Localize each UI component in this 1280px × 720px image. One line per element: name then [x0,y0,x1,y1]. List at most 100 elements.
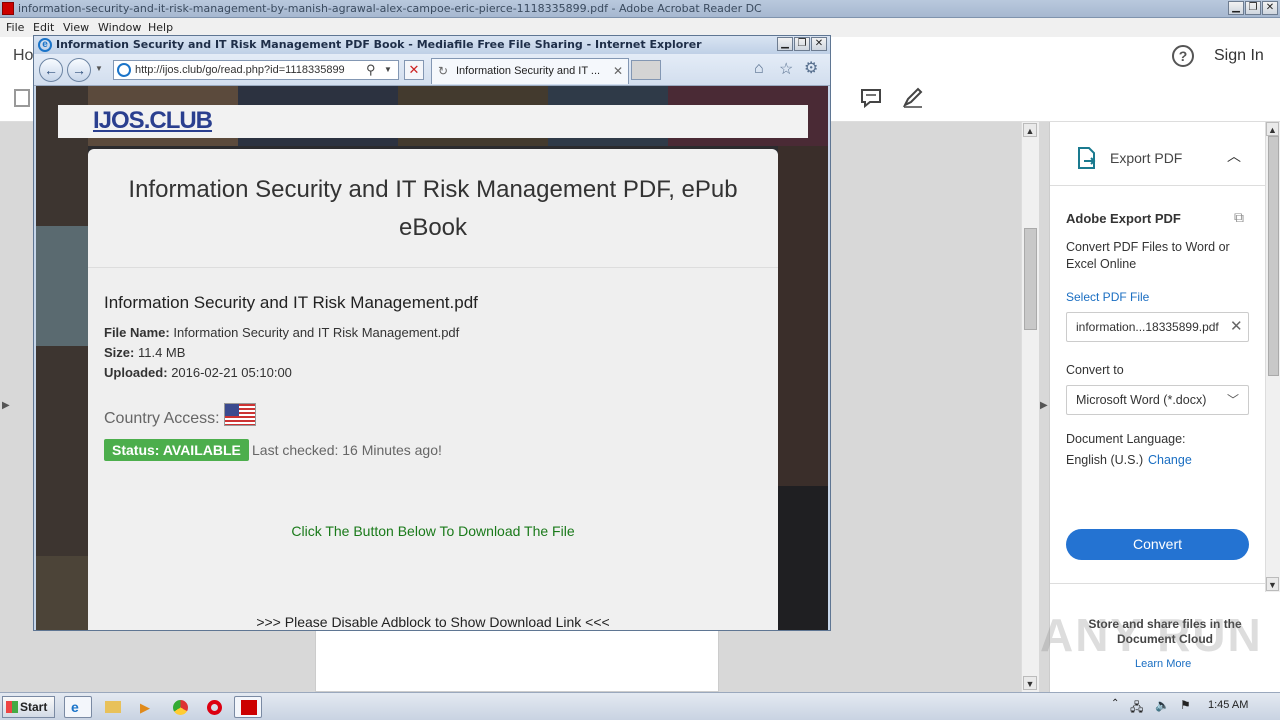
menu-view[interactable]: View [63,21,89,34]
document-scrollbar[interactable]: ▲ ▼ [1021,122,1039,692]
menu-window[interactable]: Window [98,21,141,34]
right-panel-toggle[interactable]: ▶ [1040,400,1048,411]
convert-to-select[interactable]: Microsoft Word (*.docx) ﹀ [1066,385,1249,415]
menu-help[interactable]: Help [148,21,173,34]
taskbar-ie-icon[interactable]: e [64,696,92,718]
convert-to-value: Microsoft Word (*.docx) [1076,393,1207,407]
site-logo[interactable]: IJOS.CLUB [93,107,213,135]
windows-logo-icon [6,701,18,713]
close-button[interactable]: ✕ [1262,1,1278,15]
new-tab-button[interactable] [631,60,661,80]
scroll-thumb[interactable] [1024,228,1037,330]
minimize-button[interactable]: ▁ [1228,1,1244,15]
stop-button[interactable]: ✕ [404,60,424,80]
ie-maximize-button[interactable]: ❐ [794,37,810,51]
maximize-button[interactable]: ❐ [1245,1,1261,15]
ie-minimize-button[interactable]: ▁ [777,37,793,51]
pdf-page [315,630,719,692]
taskbar-explorer-icon[interactable] [98,696,126,718]
convert-button[interactable]: Convert [1066,529,1249,560]
address-bar[interactable]: http://ijos.club/go/read.php?id=11183358… [113,60,399,80]
taskbar-opera-icon[interactable] [200,696,228,718]
panel-scrollbar[interactable]: ▲ ▼ [1265,122,1280,592]
scroll-down-arrow[interactable]: ▼ [1023,676,1037,690]
selected-file-name: information...18335899.pdf [1076,320,1219,334]
save-icon[interactable] [14,89,30,107]
tray-expand-icon[interactable]: ⌃ [1111,698,1119,709]
acrobat-window-title: information-security-and-it-risk-managem… [18,2,762,15]
site-header: IJOS.CLUB [58,105,808,138]
scroll-up-arrow[interactable]: ▲ [1023,123,1037,137]
anyrun-watermark: ANY RUN [1040,609,1263,661]
start-label: Start [20,700,48,714]
back-arrow-icon[interactable]: ← [39,58,63,82]
panel-divider-bottom [1050,583,1266,584]
book-cover-image [778,486,828,630]
panel-scroll-thumb[interactable] [1268,136,1279,376]
address-url[interactable]: http://ijos.club/go/read.php?id=11183358… [135,64,345,76]
browser-tab[interactable]: ↻ Information Security and IT ... ✕ [431,58,629,84]
status-badge: Status: AVAILABLE [104,439,249,461]
book-cover-image [36,226,88,346]
selected-file-field[interactable]: information...18335899.pdf ✕ [1066,312,1249,342]
file-name-label: File Name: [104,325,170,340]
home-tab[interactable]: Ho [13,47,33,65]
panel-divider [1050,185,1266,186]
taskbar: Start e ▶ ⌃ 🖧 🔈 ⚑ 1:45 AM [0,692,1280,720]
sign-in-link[interactable]: Sign In [1214,47,1264,65]
loading-icon: ↻ [438,64,449,78]
adblock-message: >>> Please Disable Adblock to Show Downl… [256,614,610,630]
ie-window: e Information Security and IT Risk Manag… [33,35,831,631]
change-language-link[interactable]: Change [1148,453,1192,467]
comment-icon[interactable] [859,87,883,109]
menu-file[interactable]: File [6,21,24,34]
uploaded-row: Uploaded: 2016-02-21 05:10:00 [104,365,292,380]
address-dropdown-icon[interactable]: ▼ [384,65,392,74]
country-access-label: Country Access: [104,410,220,427]
last-checked-text: Last checked: 16 Minutes ago! [252,442,442,458]
pdf-app-icon [2,2,14,15]
document-language-label: Document Language: [1066,432,1186,446]
tools-pane: Export PDF ︿ Adobe Export PDF ⧉ Convert … [1049,122,1280,692]
collapse-chevron-icon[interactable]: ︿ [1227,146,1241,166]
tray-volume-icon[interactable]: 🔈 [1155,698,1170,712]
menu-edit[interactable]: Edit [33,21,54,34]
ie-logo-icon: e [38,38,52,52]
clock[interactable]: 1:45 AM [1208,699,1248,711]
size-label: Size: [104,345,135,360]
history-dropdown-icon[interactable]: ▼ [95,64,103,73]
us-flag-icon [224,403,256,426]
tools-gear-icon[interactable]: ⚙ [804,58,818,78]
select-pdf-label: Select PDF File [1066,290,1150,304]
home-icon[interactable]: ⌂ [754,60,764,78]
export-pdf-title[interactable]: Export PDF [1110,150,1182,166]
download-instruction: Click The Button Below To Download The F… [291,523,575,539]
copy-icon[interactable]: ⧉ [1234,209,1244,226]
taskbar-acrobat-icon[interactable] [234,696,262,718]
web-page: IJOS.CLUB Information Security and IT Ri… [36,86,828,630]
clear-file-icon[interactable]: ✕ [1230,317,1243,335]
left-panel-toggle[interactable]: ▶ [2,400,10,411]
help-icon[interactable]: ? [1172,45,1194,67]
favorites-star-icon[interactable]: ☆ [779,59,793,79]
uploaded-label: Uploaded: [104,365,168,380]
size-row: Size: 11.4 MB [104,345,185,360]
file-heading: Information Security and IT Risk Managem… [104,293,478,312]
taskbar-media-player-icon[interactable]: ▶ [132,696,160,718]
taskbar-chrome-icon[interactable] [166,696,194,718]
start-button[interactable]: Start [2,696,55,718]
ie-close-button[interactable]: ✕ [811,37,827,51]
panel-scroll-down-arrow[interactable]: ▼ [1266,577,1279,591]
search-icon[interactable]: ⚲ [366,62,376,78]
tray-network-icon[interactable]: 🖧 [1130,698,1143,719]
page-title: Information Security and IT Risk Managem… [128,176,738,241]
download-card: Information Security and IT Risk Managem… [88,149,778,630]
forward-arrow-icon[interactable]: → [67,58,91,82]
tab-close-icon[interactable]: ✕ [613,64,623,78]
file-info-box: Information Security and IT Risk Managem… [88,268,778,490]
tray-flag-icon[interactable]: ⚑ [1180,698,1191,712]
ie-window-title: Information Security and IT Risk Managem… [56,38,702,51]
sign-pen-icon[interactable] [901,87,925,109]
ie-title-bar: e Information Security and IT Risk Manag… [34,36,830,54]
panel-scroll-up-arrow[interactable]: ▲ [1266,122,1279,136]
